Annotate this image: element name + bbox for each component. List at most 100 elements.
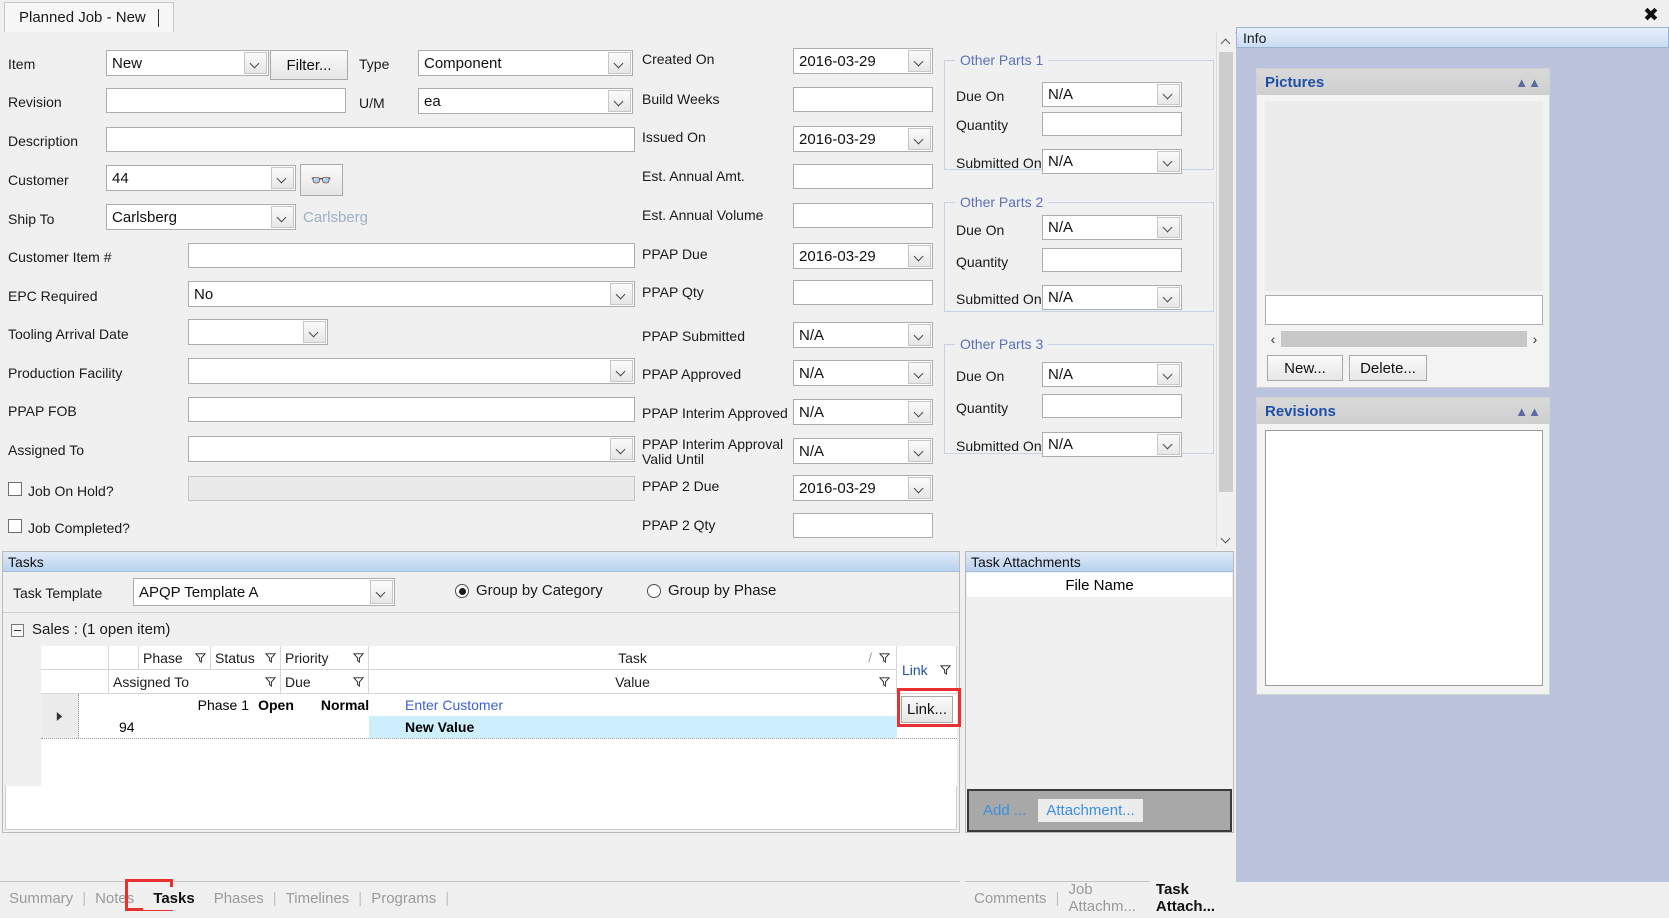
grid-header-task[interactable]: Task /	[369, 646, 897, 670]
chevron-down-icon[interactable]	[610, 438, 633, 460]
row-selector-icon[interactable]	[41, 694, 79, 738]
filter-funnel-icon[interactable]	[195, 652, 206, 663]
um-combo[interactable]: ea	[418, 88, 633, 114]
tab-comments[interactable]: Comments	[965, 890, 1056, 907]
chevron-down-icon[interactable]	[908, 50, 931, 72]
chevron-down-icon[interactable]	[908, 401, 931, 423]
chevron-down-icon[interactable]	[1157, 151, 1180, 172]
type-combo[interactable]: Component	[418, 50, 633, 76]
ppap-submitted-combo[interactable]: N/A	[793, 322, 933, 348]
est-annual-volume-input[interactable]	[793, 203, 933, 228]
description-input[interactable]	[106, 127, 635, 152]
ppap-fob-input[interactable]	[188, 397, 635, 422]
assigned-to-combo[interactable]	[188, 436, 635, 462]
filter-funnel-icon[interactable]	[353, 676, 364, 687]
chevron-down-icon[interactable]	[608, 90, 631, 112]
scroll-up-icon[interactable]	[1217, 32, 1235, 50]
chevron-down-icon[interactable]	[370, 580, 393, 604]
op2-due-on-combo[interactable]: N/A	[1042, 215, 1182, 240]
op1-submitted-on-combo[interactable]: N/A	[1042, 149, 1182, 174]
table-row-line1[interactable]: Phase 1 Open Normal Enter Customer	[79, 694, 897, 716]
tooling-arrival-date-combo[interactable]	[188, 319, 328, 345]
tab-programs[interactable]: Programs	[362, 890, 445, 907]
ppap-interim-approved-combo[interactable]: N/A	[793, 399, 933, 425]
picture-new-button[interactable]: New...	[1267, 355, 1343, 381]
production-facility-combo[interactable]	[188, 358, 635, 384]
op2-quantity-input[interactable]	[1042, 248, 1182, 272]
op3-submitted-on-combo[interactable]: N/A	[1042, 432, 1182, 457]
chevron-down-icon[interactable]	[1157, 364, 1180, 385]
filter-button[interactable]: Filter...	[270, 50, 348, 80]
add-button[interactable]: Add ...	[983, 802, 1026, 819]
filter-funnel-icon[interactable]	[265, 652, 276, 663]
job-completed-checkbox[interactable]	[8, 519, 22, 533]
ppap-2-due-combo[interactable]: 2016-03-29	[793, 475, 933, 501]
ppap-qty-input[interactable]	[793, 280, 933, 305]
chevron-right-icon[interactable]: ›	[1527, 331, 1543, 347]
group-by-category-radio[interactable]: Group by Category	[455, 583, 603, 599]
chevron-left-icon[interactable]: ‹	[1265, 331, 1281, 347]
scrollbar-thumb[interactable]	[1219, 52, 1233, 492]
tab-summary[interactable]: Summary	[0, 890, 82, 907]
grid-header-phase[interactable]: Phase	[139, 646, 211, 670]
scroll-down-icon[interactable]	[1217, 529, 1235, 547]
grid-header-priority[interactable]: Priority	[281, 646, 369, 670]
attachments-column-header[interactable]: File Name	[967, 573, 1232, 598]
filter-funnel-icon[interactable]	[879, 652, 890, 663]
chevron-up-icon[interactable]: ▲▲	[1515, 75, 1541, 90]
chevron-down-icon[interactable]	[908, 324, 931, 346]
chevron-down-icon[interactable]	[1157, 287, 1180, 308]
revision-input[interactable]	[106, 88, 346, 113]
ship-to-combo[interactable]: Carlsberg	[106, 204, 296, 230]
created-on-combo[interactable]: 2016-03-29	[793, 48, 933, 74]
op3-due-on-combo[interactable]: N/A	[1042, 362, 1182, 387]
filter-funnel-icon[interactable]	[879, 676, 890, 687]
grid-header-link[interactable]: Link	[897, 646, 957, 694]
chevron-down-icon[interactable]	[271, 167, 294, 189]
picture-caption-input[interactable]	[1265, 295, 1543, 325]
customer-combo[interactable]: 44	[106, 165, 296, 191]
attachments-list[interactable]	[967, 597, 1232, 789]
grid-header-assigned-to[interactable]: Assigned To	[109, 670, 281, 694]
op3-quantity-input[interactable]	[1042, 394, 1182, 418]
minus-box-icon[interactable]	[11, 623, 24, 637]
document-tab[interactable]: Planned Job - New	[4, 2, 174, 32]
grid-header-value[interactable]: Value	[369, 670, 897, 694]
filter-funnel-icon[interactable]	[353, 652, 364, 663]
tab-job-attachments[interactable]: Job Attachm...	[1059, 881, 1149, 915]
group-by-phase-radio[interactable]: Group by Phase	[647, 583, 776, 599]
chevron-down-icon[interactable]	[908, 362, 931, 384]
picture-delete-button[interactable]: Delete...	[1349, 355, 1427, 381]
chevron-up-icon[interactable]: ▲▲	[1515, 404, 1541, 419]
op2-submitted-on-combo[interactable]: N/A	[1042, 285, 1182, 310]
chevron-down-icon[interactable]	[610, 283, 633, 305]
ppap-interim-valid-until-combo[interactable]: N/A	[793, 438, 933, 464]
cell-value-highlight[interactable]: New Value	[369, 716, 897, 738]
build-weeks-input[interactable]	[793, 87, 933, 112]
chevron-down-icon[interactable]	[271, 206, 294, 228]
tab-task-attachments[interactable]: Task Attach...	[1149, 878, 1235, 918]
job-on-hold-checkbox[interactable]	[8, 482, 22, 496]
ppap-due-combo[interactable]: 2016-03-29	[793, 243, 933, 269]
tab-timelines[interactable]: Timelines	[277, 890, 359, 907]
filter-funnel-icon[interactable]	[940, 664, 951, 675]
epc-required-combo[interactable]: No	[188, 281, 635, 307]
op1-due-on-combo[interactable]: N/A	[1042, 82, 1182, 107]
chevron-down-icon[interactable]	[1157, 217, 1180, 238]
item-combo[interactable]: New	[106, 50, 269, 76]
customer-search-button[interactable]: 👓	[300, 164, 343, 196]
attachment-button[interactable]: Attachment...	[1038, 799, 1143, 822]
chevron-down-icon[interactable]	[908, 477, 931, 499]
revisions-list[interactable]	[1265, 430, 1543, 686]
picture-pager[interactable]: ‹ ›	[1265, 329, 1543, 349]
chevron-down-icon[interactable]	[303, 321, 326, 343]
est-annual-amt-input[interactable]	[793, 164, 933, 189]
picture-preview[interactable]	[1265, 101, 1543, 291]
tab-tasks[interactable]: Tasks	[143, 886, 205, 910]
task-group-row[interactable]: Sales : (1 open item)	[11, 622, 170, 638]
tab-phases[interactable]: Phases	[205, 890, 273, 907]
grid-header-due[interactable]: Due	[281, 670, 369, 694]
op1-quantity-input[interactable]	[1042, 112, 1182, 136]
grid-header-status[interactable]: Status	[211, 646, 281, 670]
chevron-down-icon[interactable]	[908, 245, 931, 267]
